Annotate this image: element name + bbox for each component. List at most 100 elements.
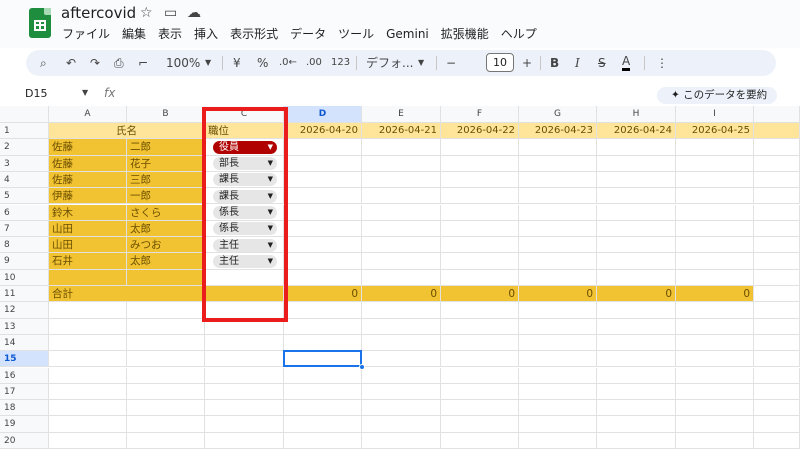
grid-cell[interactable]: [676, 139, 754, 156]
grid-cell[interactable]: [597, 351, 676, 368]
first-name-cell[interactable]: さくら: [127, 204, 205, 221]
grid-cell[interactable]: [597, 171, 676, 189]
grid-cell[interactable]: [49, 400, 127, 417]
menu-item[interactable]: 拡張機能: [435, 25, 495, 43]
date-header-cell[interactable]: 2026-04-25: [676, 123, 754, 140]
grid-cell[interactable]: [754, 351, 800, 368]
grid-cell[interactable]: [597, 253, 676, 270]
grid-cell[interactable]: [441, 237, 519, 254]
grid-cell[interactable]: [49, 269, 127, 286]
grid-cell[interactable]: [754, 123, 800, 140]
grid-cell[interactable]: [754, 188, 800, 205]
date-header-cell[interactable]: 2026-04-24: [597, 123, 676, 140]
zoom-select[interactable]: 100%: [166, 55, 200, 71]
total-value-cell[interactable]: 0: [519, 286, 597, 303]
grid-cell[interactable]: [127, 302, 205, 319]
grid-cell[interactable]: [127, 400, 205, 417]
grid-cell[interactable]: [441, 351, 519, 368]
grid-cell[interactable]: [362, 367, 441, 384]
grid-cell[interactable]: [676, 334, 754, 352]
grid-cell[interactable]: [597, 237, 676, 254]
grid-cell[interactable]: [754, 400, 800, 417]
grid-cell[interactable]: [754, 269, 800, 286]
cloud-status-icon[interactable]: ☁: [187, 5, 201, 21]
grid-cell[interactable]: [597, 188, 676, 205]
font-size-input[interactable]: 10: [486, 53, 514, 72]
column-header-e[interactable]: E: [362, 106, 441, 123]
grid-cell[interactable]: [754, 139, 800, 156]
grid-cell[interactable]: [284, 383, 362, 401]
grid-cell[interactable]: [284, 367, 362, 384]
grid-cell[interactable]: [49, 416, 127, 433]
grid-cell[interactable]: [597, 220, 676, 238]
menu-item[interactable]: Gemini: [380, 25, 435, 43]
row-header[interactable]: 4: [0, 171, 49, 189]
grid-cell[interactable]: [597, 416, 676, 433]
menu-item[interactable]: 挿入: [188, 25, 224, 43]
paint-format-icon[interactable]: ⌐: [138, 55, 148, 71]
grid-cell[interactable]: [284, 188, 362, 205]
grid-cell[interactable]: [441, 334, 519, 352]
grid-cell[interactable]: [519, 400, 597, 417]
grid-cell[interactable]: [49, 432, 127, 449]
grid-cell[interactable]: [519, 269, 597, 286]
grid-cell[interactable]: [676, 253, 754, 270]
date-header-cell[interactable]: 2026-04-21: [362, 123, 441, 140]
column-header-i[interactable]: I: [676, 106, 754, 123]
grid-cell[interactable]: [127, 318, 205, 335]
font-select[interactable]: デフォ...: [366, 55, 413, 71]
grid-cell[interactable]: [441, 432, 519, 449]
grid-cell[interactable]: [205, 383, 284, 401]
grid-cell[interactable]: [362, 139, 441, 156]
first-name-cell[interactable]: 太郎: [127, 220, 205, 238]
grid-cell[interactable]: [519, 237, 597, 254]
grid-cell[interactable]: [754, 155, 800, 172]
grid-cell[interactable]: [754, 302, 800, 319]
row-header[interactable]: 5: [0, 188, 49, 205]
grid-cell[interactable]: [676, 416, 754, 433]
grid-cell[interactable]: [754, 383, 800, 401]
grid-cell[interactable]: [754, 367, 800, 384]
grid-cell[interactable]: [127, 367, 205, 384]
grid-cell[interactable]: [597, 269, 676, 286]
grid-cell[interactable]: [441, 220, 519, 238]
grid-cell[interactable]: [597, 204, 676, 221]
last-name-cell[interactable]: 佐藤: [49, 155, 127, 172]
grid-cell[interactable]: [754, 204, 800, 221]
grid-cell[interactable]: [284, 237, 362, 254]
selected-cell[interactable]: [283, 350, 362, 368]
grid-cell[interactable]: [754, 237, 800, 254]
grid-cell[interactable]: [519, 139, 597, 156]
grid-cell[interactable]: [441, 253, 519, 270]
grid-cell[interactable]: [205, 432, 284, 449]
grid-cell[interactable]: [362, 220, 441, 238]
column-header-d[interactable]: D: [284, 106, 362, 123]
row-header[interactable]: 16: [0, 367, 49, 384]
row-header[interactable]: 7: [0, 220, 49, 238]
grid-cell[interactable]: [676, 432, 754, 449]
date-header-cell[interactable]: 2026-04-22: [441, 123, 519, 140]
grid-cell[interactable]: [49, 302, 127, 319]
column-header-b[interactable]: B: [127, 106, 205, 123]
last-name-cell[interactable]: 伊藤: [49, 188, 127, 205]
last-name-cell[interactable]: 佐藤: [49, 139, 127, 156]
grid-cell[interactable]: [676, 237, 754, 254]
grid-cell[interactable]: [362, 302, 441, 319]
grid-cell[interactable]: [519, 334, 597, 352]
grid-cell[interactable]: [676, 204, 754, 221]
total-value-cell[interactable]: 0: [597, 286, 676, 303]
menu-item[interactable]: ツール: [332, 25, 380, 43]
grid-cell[interactable]: [597, 318, 676, 335]
grid-cell[interactable]: [362, 171, 441, 189]
grid-cell[interactable]: [519, 188, 597, 205]
row-header[interactable]: 1: [0, 123, 49, 140]
undo-icon[interactable]: ↶: [66, 55, 76, 71]
name-box[interactable]: D15: [25, 87, 47, 100]
menu-item[interactable]: 表示: [152, 25, 188, 43]
grid-cell[interactable]: [519, 367, 597, 384]
grid-cell[interactable]: [49, 367, 127, 384]
grid-cell[interactable]: [284, 269, 362, 286]
star-icon[interactable]: ☆: [140, 5, 153, 21]
summarize-data-button[interactable]: ✦ このデータを要約: [657, 87, 777, 104]
grid-cell[interactable]: [205, 367, 284, 384]
